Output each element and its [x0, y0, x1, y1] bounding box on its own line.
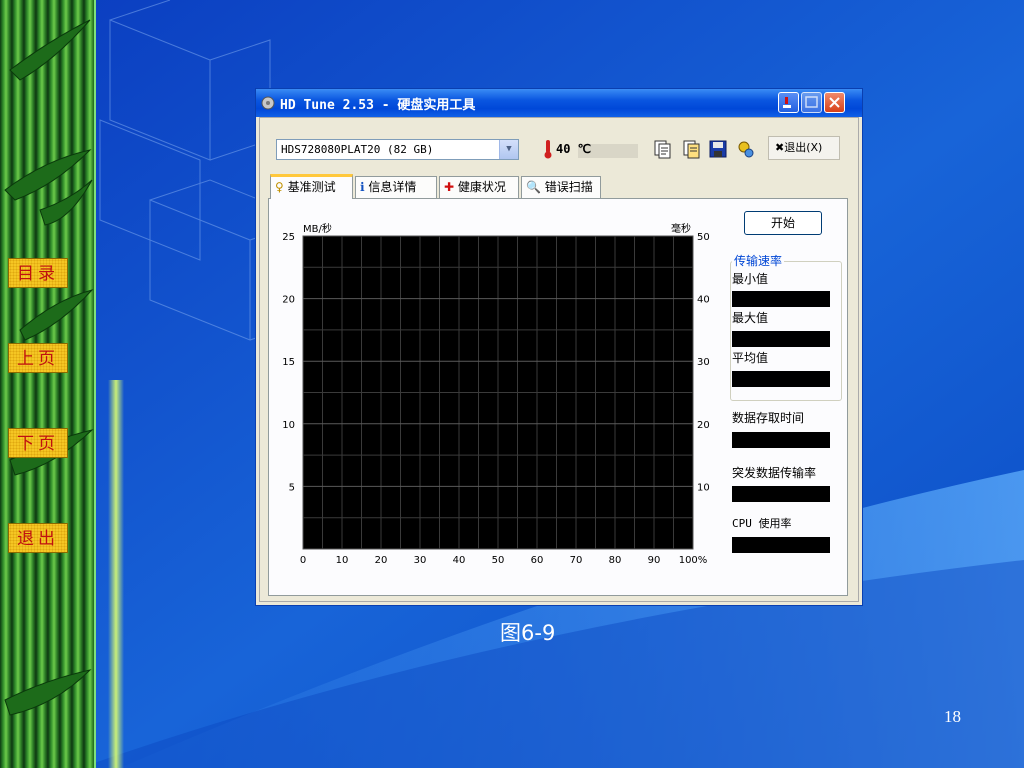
minimize-button[interactable] — [778, 92, 799, 113]
bamboo-sidebar — [0, 0, 96, 768]
start-button[interactable]: 开始 — [744, 211, 822, 235]
close-icon — [829, 97, 840, 108]
x-tick-label: 10 — [336, 555, 349, 566]
y-left-tick-label: 20 — [282, 295, 295, 306]
close-button[interactable] — [824, 92, 845, 113]
avg-label: 平均值 — [732, 351, 769, 365]
access-time-value — [732, 432, 830, 448]
x-tick-label: 60 — [531, 555, 544, 566]
y-left-tick-label: 5 — [289, 482, 295, 493]
y-left-tick-label: 25 — [282, 232, 295, 243]
cpu-usage-label: CPU 使用率 — [732, 517, 792, 530]
maximize-button[interactable] — [801, 92, 822, 113]
page-number: 18 — [944, 707, 961, 726]
y-right-unit: 毫秒 — [671, 222, 691, 235]
cpu-usage-value — [732, 537, 830, 553]
burst-rate-value — [732, 486, 830, 502]
tab-benchmark[interactable]: ♀ 基准测试 — [270, 174, 353, 199]
x-tick-label: 100% — [679, 555, 708, 566]
y-right-tick-label: 10 — [697, 482, 710, 493]
y-left-tick-label: 10 — [282, 420, 295, 431]
bamboo-leaves-icon — [4, 19, 94, 716]
lightbulb-icon: ♀ — [275, 180, 284, 194]
x-tick-label: 20 — [375, 555, 388, 566]
minimize-icon — [783, 97, 791, 108]
figure-caption: 图6-9 — [500, 621, 556, 645]
y-right-tick-label: 40 — [697, 295, 710, 306]
options-icon[interactable] — [736, 138, 756, 160]
x-tick-label: 70 — [570, 555, 583, 566]
x-tick-label: 0 — [300, 555, 306, 566]
y-left-tick-label: 15 — [282, 357, 295, 368]
maximize-icon — [805, 96, 818, 108]
y-right-tick-label: 30 — [697, 357, 710, 368]
exit-button[interactable]: ✖退出(X) — [768, 136, 840, 160]
nav-exit-button[interactable]: 退出 — [8, 523, 68, 553]
tab-benchmark-label: 基准测试 — [287, 180, 336, 194]
x-tick-label: 90 — [648, 555, 661, 566]
x-tick-label: 80 — [609, 555, 622, 566]
x-tick-label: 30 — [414, 555, 427, 566]
y-left-unit: MB/秒 — [303, 222, 332, 235]
benchmark-chart: 0 10 20 30 40 50 60 70 80 90 100% 25 20 15 10 5 50 40 30 20… — [282, 222, 710, 566]
avg-value — [732, 371, 830, 387]
y-right-tick-label: 50 — [697, 232, 710, 243]
min-value — [732, 291, 830, 307]
nav-next-page-button[interactable]: 下页 — [8, 428, 68, 458]
transfer-rate-legend: 传输速率 — [732, 252, 785, 269]
light-streak — [108, 380, 124, 768]
y-right-tick-label: 20 — [697, 420, 710, 431]
nav-toc-button[interactable]: 目录 — [8, 258, 68, 288]
access-time-label: 数据存取时间 — [732, 411, 805, 425]
max-label: 最大值 — [732, 311, 769, 325]
burst-rate-label: 突发数据传输率 — [732, 466, 817, 480]
x-tick-label: 40 — [453, 555, 466, 566]
nav-prev-page-button[interactable]: 上页 — [8, 343, 68, 373]
min-label: 最小值 — [732, 272, 769, 286]
x-tick-label: 50 — [492, 555, 505, 566]
max-value — [732, 331, 830, 347]
